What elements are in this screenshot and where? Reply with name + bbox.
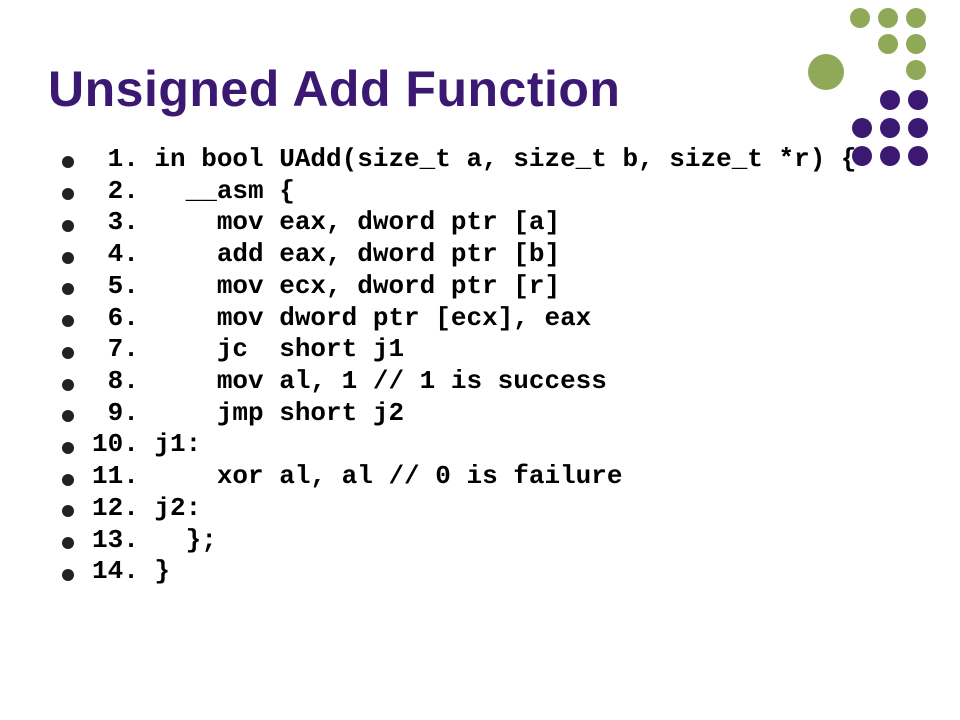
dot-decor <box>906 60 926 80</box>
dot-decor <box>880 90 900 110</box>
slide: Unsigned Add Function 1. in bool UAdd(si… <box>0 0 960 720</box>
dot-decor <box>852 118 872 138</box>
code-line: 8. mov al, 1 // 1 is success <box>48 366 912 398</box>
code-line: 14. } <box>48 556 912 588</box>
code-line: 13. }; <box>48 525 912 557</box>
dot-decor <box>878 8 898 28</box>
code-line: 4. add eax, dword ptr [b] <box>48 239 912 271</box>
code-line: 5. mov ecx, dword ptr [r] <box>48 271 912 303</box>
corner-decoration <box>790 4 950 164</box>
code-line: 7. jc short j1 <box>48 334 912 366</box>
code-line: 2. __asm { <box>48 176 912 208</box>
dot-decor <box>908 90 928 110</box>
dot-decor <box>878 34 898 54</box>
code-line: 11. xor al, al // 0 is failure <box>48 461 912 493</box>
dot-decor <box>906 34 926 54</box>
slide-title: Unsigned Add Function <box>48 60 912 118</box>
code-line: 3. mov eax, dword ptr [a] <box>48 207 912 239</box>
code-list: 1. in bool UAdd(size_t a, size_t b, size… <box>48 144 912 588</box>
code-line: 12. j2: <box>48 493 912 525</box>
dot-decor <box>908 118 928 138</box>
dot-decor <box>880 118 900 138</box>
dot-decor-large <box>808 54 844 90</box>
code-line: 1. in bool UAdd(size_t a, size_t b, size… <box>48 144 912 176</box>
code-line: 9. jmp short j2 <box>48 398 912 430</box>
dot-decor <box>906 8 926 28</box>
dot-decor <box>850 8 870 28</box>
code-line: 10. j1: <box>48 429 912 461</box>
code-line: 6. mov dword ptr [ecx], eax <box>48 303 912 335</box>
